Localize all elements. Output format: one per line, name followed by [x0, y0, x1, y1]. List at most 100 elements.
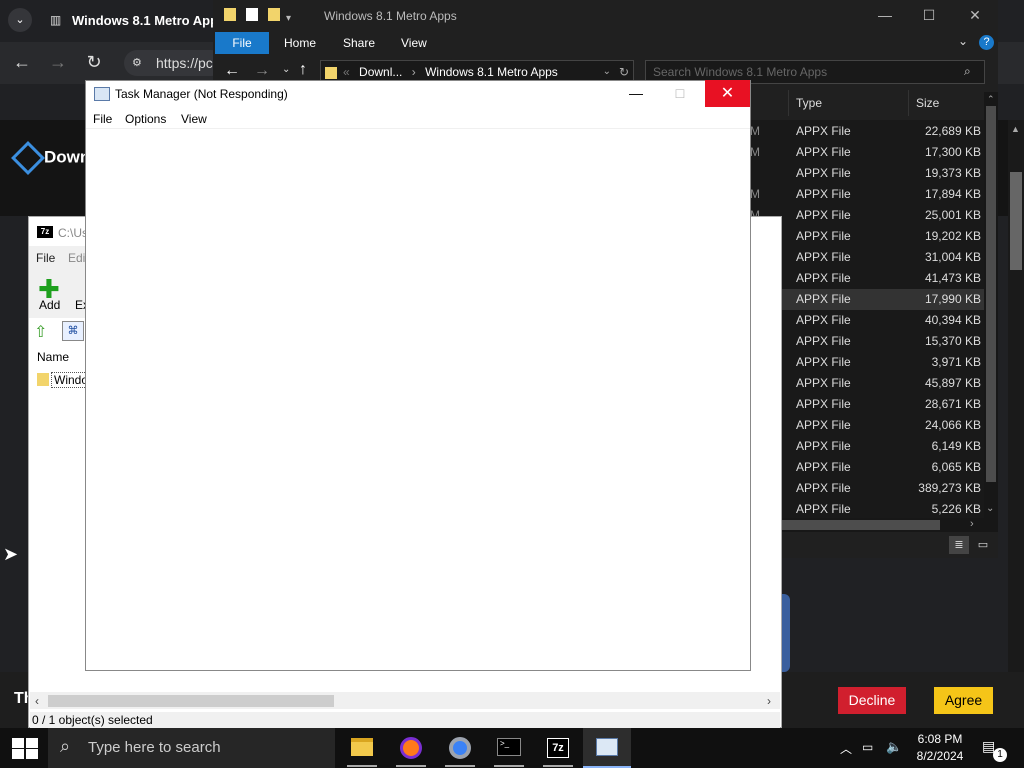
taskbar-file-explorer[interactable] — [338, 728, 386, 768]
table-row[interactable]: M APPX File 25,001 KB — [750, 205, 984, 226]
website-logo-icon — [11, 141, 45, 175]
table-row[interactable]: M APPX File 17,894 KB — [750, 184, 984, 205]
site-info-icon[interactable]: ⚙ — [132, 56, 142, 69]
ribbon-tab-share[interactable]: Share — [343, 36, 375, 50]
search-icon: ⌕ — [60, 736, 71, 756]
table-row[interactable]: MAPPX File5,226 KB — [750, 499, 984, 520]
add-button-label[interactable]: Add — [39, 298, 60, 312]
row-size: 5,226 KB — [931, 502, 981, 516]
table-row[interactable]: APPX File 15,370 KB — [750, 331, 984, 352]
maximize-button[interactable]: ☐ — [666, 81, 694, 107]
breadcrumb-item[interactable]: Downl... — [359, 65, 402, 79]
explorer-minimize-button[interactable]: — — [870, 7, 900, 23]
expand-ribbon-icon[interactable]: ⌄ — [958, 34, 968, 48]
volume-icon[interactable]: 🔈 — [886, 739, 902, 755]
menu-view[interactable]: View — [181, 112, 207, 126]
table-row[interactable]: APPX File 17,990 KB — [750, 289, 984, 310]
menu-options[interactable]: Options — [125, 112, 166, 126]
taskbar-7zip[interactable]: 7z — [534, 728, 582, 768]
row-size: 15,370 KB — [924, 334, 981, 348]
browser-tab-title[interactable]: Windows 8.1 Metro Apps — [72, 13, 225, 28]
row-type: APPX File — [796, 502, 851, 516]
menu-divider — [86, 128, 750, 129]
network-icon[interactable]: ▭ — [862, 740, 873, 754]
taskbar-search-input[interactable]: Type here to search — [48, 728, 335, 768]
table-row[interactable]: APPX File 6,149 KB — [750, 436, 984, 457]
breadcrumb-overflow[interactable]: « — [343, 65, 350, 79]
taskbar-chrome[interactable] — [436, 728, 484, 768]
table-row[interactable]: MAPPX File45,897 KB — [750, 373, 984, 394]
sevenzip-menu-file[interactable]: File — [36, 251, 55, 265]
forward-arrow-icon[interactable]: → — [46, 50, 70, 74]
back-arrow-icon[interactable]: ← — [10, 50, 34, 74]
table-row[interactable]: APPX File 389,273 KB — [750, 478, 984, 499]
table-row[interactable]: APPX File 28,671 KB — [750, 394, 984, 415]
reload-icon[interactable]: ↻ — [82, 50, 106, 74]
minimize-button[interactable]: — — [622, 81, 650, 107]
column-header-name[interactable]: Name — [37, 350, 69, 364]
taskbar-task-manager[interactable] — [583, 728, 631, 768]
scroll-down-icon[interactable]: ⌄ — [986, 503, 994, 514]
show-hidden-icons-icon[interactable]: ︿ — [840, 740, 852, 757]
scroll-right-icon[interactable]: › — [767, 694, 771, 708]
ribbon-tab-file[interactable]: File — [215, 32, 269, 54]
breadcrumb-item[interactable]: Windows 8.1 Metro Apps — [425, 65, 558, 79]
ribbon-tab-view[interactable]: View — [401, 36, 427, 50]
scroll-right-icon[interactable]: › — [970, 518, 974, 530]
table-row[interactable]: APPX File 19,373 KB — [750, 163, 984, 184]
taskbar-terminal[interactable]: >_ — [485, 728, 533, 768]
column-header-type[interactable]: Type — [788, 90, 908, 116]
column-header-size[interactable]: Size — [908, 90, 984, 116]
start-button[interactable] — [0, 728, 48, 768]
table-row[interactable]: APPX File 3,971 KB — [750, 352, 984, 373]
table-row[interactable]: M APPX File 22,689 KB — [750, 121, 984, 142]
decline-button[interactable]: Decline — [838, 687, 906, 714]
scroll-up-icon[interactable]: ▲ — [1011, 124, 1021, 134]
explorer-vscroll-thumb[interactable] — [986, 106, 996, 482]
table-row[interactable]: APPX File 19,202 KB — [750, 226, 984, 247]
agree-button[interactable]: Agree — [934, 687, 993, 714]
table-row[interactable]: M APPX File 17,300 KB — [750, 142, 984, 163]
customize-qat-icon[interactable]: ▾ — [286, 13, 291, 24]
explorer-close-button[interactable]: ✕ — [960, 7, 990, 24]
close-button[interactable]: ✕ — [705, 80, 750, 107]
path-edit-icon[interactable]: ⌘ — [62, 321, 84, 341]
sevenzip-menu-edit[interactable]: Edi — [68, 251, 85, 265]
explorer-back-icon[interactable]: ← — [224, 62, 240, 80]
row-size: 17,894 KB — [924, 187, 981, 201]
table-row[interactable]: APPX File 24,066 KB — [750, 415, 984, 436]
ribbon-tab-home[interactable]: Home — [284, 36, 316, 50]
up-folder-icon[interactable]: ⇧ — [34, 322, 47, 342]
tab-search-button[interactable]: ⌄ — [8, 8, 32, 32]
taskbar-firefox[interactable] — [387, 728, 435, 768]
table-row[interactable]: APPX File 6,065 KB — [750, 457, 984, 478]
table-row[interactable]: APPX File 41,473 KB — [750, 268, 984, 289]
up-level-icon[interactable]: ↑ — [299, 61, 307, 79]
folder-icon[interactable] — [224, 8, 236, 21]
table-row[interactable]: MAPPX File31,004 KB — [750, 247, 984, 268]
scroll-up-icon[interactable]: ⌃ — [987, 94, 995, 105]
browser-scroll-thumb[interactable] — [1010, 172, 1022, 270]
explorer-forward-icon[interactable]: → — [254, 62, 270, 80]
help-icon[interactable]: ? — [979, 35, 994, 50]
search-icon[interactable]: ⌕ — [964, 64, 971, 79]
scroll-left-icon[interactable]: ‹ — [35, 694, 39, 708]
breadcrumb-separator-icon[interactable]: › — [412, 65, 416, 79]
row-type: APPX File — [796, 208, 851, 222]
properties-icon[interactable] — [246, 8, 258, 21]
row-size: 25,001 KB — [924, 208, 981, 222]
taskbar-clock[interactable]: 6:08 PM 8/2/2024 — [908, 731, 972, 765]
details-view-icon[interactable]: ≣ — [949, 536, 969, 554]
explorer-maximize-button[interactable]: ☐ — [914, 7, 944, 24]
new-folder-icon[interactable] — [268, 8, 280, 21]
row-type: APPX File — [796, 481, 851, 495]
menu-file[interactable]: File — [93, 112, 112, 126]
notification-count-badge: 1 — [993, 748, 1007, 762]
table-row[interactable]: APPX File 40,394 KB — [750, 310, 984, 331]
sevenzip-hscroll-thumb[interactable] — [48, 695, 334, 707]
large-icons-view-icon[interactable]: ▭ — [973, 536, 993, 554]
recent-locations-icon[interactable]: ⌄ — [282, 64, 290, 75]
explorer-ribbon — [213, 32, 998, 54]
row-type: APPX File — [796, 166, 851, 180]
website-logo[interactable]: Down — [11, 141, 90, 175]
